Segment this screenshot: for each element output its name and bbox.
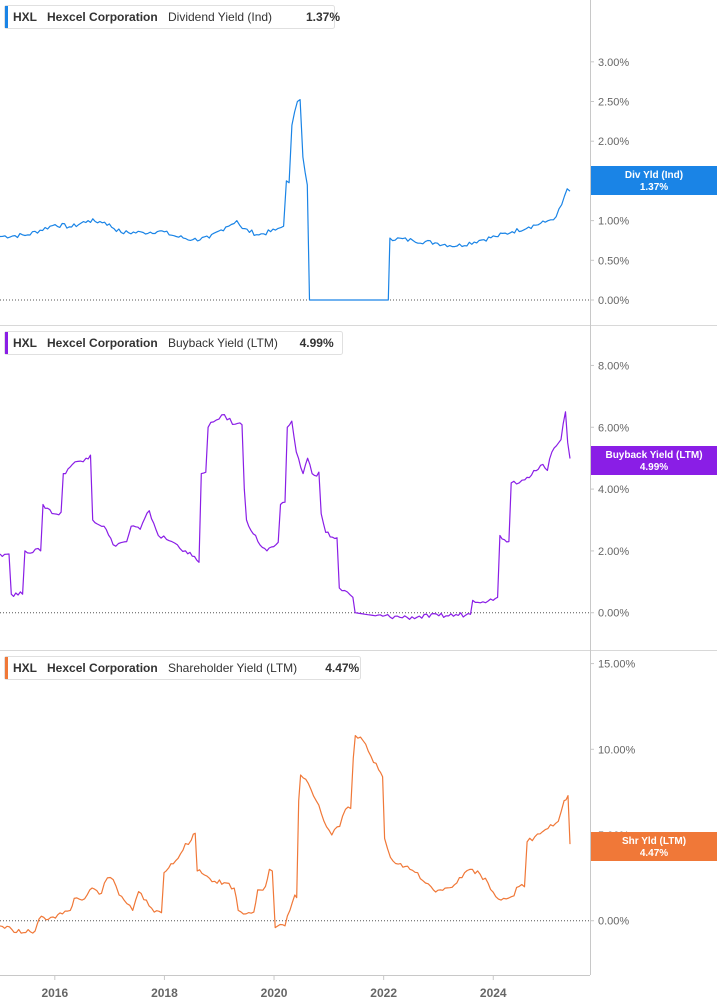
legend-company: Hexcel Corporation	[47, 336, 158, 350]
legend-metric: Buyback Yield (LTM)	[168, 336, 278, 350]
y-tick-label: 2.50%	[598, 97, 629, 109]
y-tick-label: 0.00%	[598, 295, 629, 307]
x-tick-label: 2020	[261, 986, 288, 1000]
badge-value: 1.37%	[640, 182, 668, 193]
legend-ticker: HXL	[13, 336, 37, 350]
badge-label: Shr Yld (LTM)	[622, 836, 686, 847]
badge-label: Buyback Yield (LTM)	[605, 450, 702, 461]
x-tick-label: 2018	[151, 986, 178, 1000]
y-tick-label: 2.00%	[598, 546, 629, 558]
y-tick-label: 0.00%	[598, 916, 629, 928]
legend-value: 1.37%	[306, 10, 340, 24]
legend-value: 4.47%	[325, 661, 359, 675]
y-tick-label: 1.00%	[598, 216, 629, 228]
y-tick-label: 0.00%	[598, 608, 629, 620]
series-line	[0, 411, 571, 620]
legend-company: Hexcel Corporation	[47, 661, 158, 675]
x-tick-label: 2016	[41, 986, 68, 1000]
x-tick-label: 2024	[480, 986, 507, 1000]
legend-metric: Dividend Yield (Ind)	[168, 10, 272, 24]
legend-ticker: HXL	[13, 661, 37, 675]
legend-value: 4.99%	[300, 336, 334, 350]
legend-color-marker	[5, 6, 8, 28]
series-line	[0, 99, 571, 301]
y-tick-label: 15.00%	[598, 659, 636, 671]
legend-color-marker	[5, 332, 8, 354]
badge-value: 4.47%	[640, 848, 668, 859]
y-tick-label: 3.00%	[598, 57, 629, 69]
y-tick-label: 10.00%	[598, 744, 636, 756]
y-tick-label: 2.00%	[598, 136, 629, 148]
badge-value: 4.99%	[640, 462, 668, 473]
y-tick-label: 0.50%	[598, 255, 629, 267]
legend-company: Hexcel Corporation	[47, 10, 158, 24]
legend-ticker: HXL	[13, 10, 37, 24]
y-tick-label: 4.00%	[598, 484, 629, 496]
y-tick-label: 6.00%	[598, 422, 629, 434]
legend-color-marker	[5, 657, 8, 679]
x-tick-label: 2022	[370, 986, 397, 1000]
badge-label: Div Yld (Ind)	[625, 170, 683, 181]
y-tick-label: 8.00%	[598, 360, 629, 372]
stacked-yield-charts: 0.00%0.50%1.00%1.50%2.00%2.50%3.00%HXLHe…	[0, 0, 717, 1000]
legend-metric: Shareholder Yield (LTM)	[168, 661, 297, 675]
series-line	[0, 735, 571, 934]
